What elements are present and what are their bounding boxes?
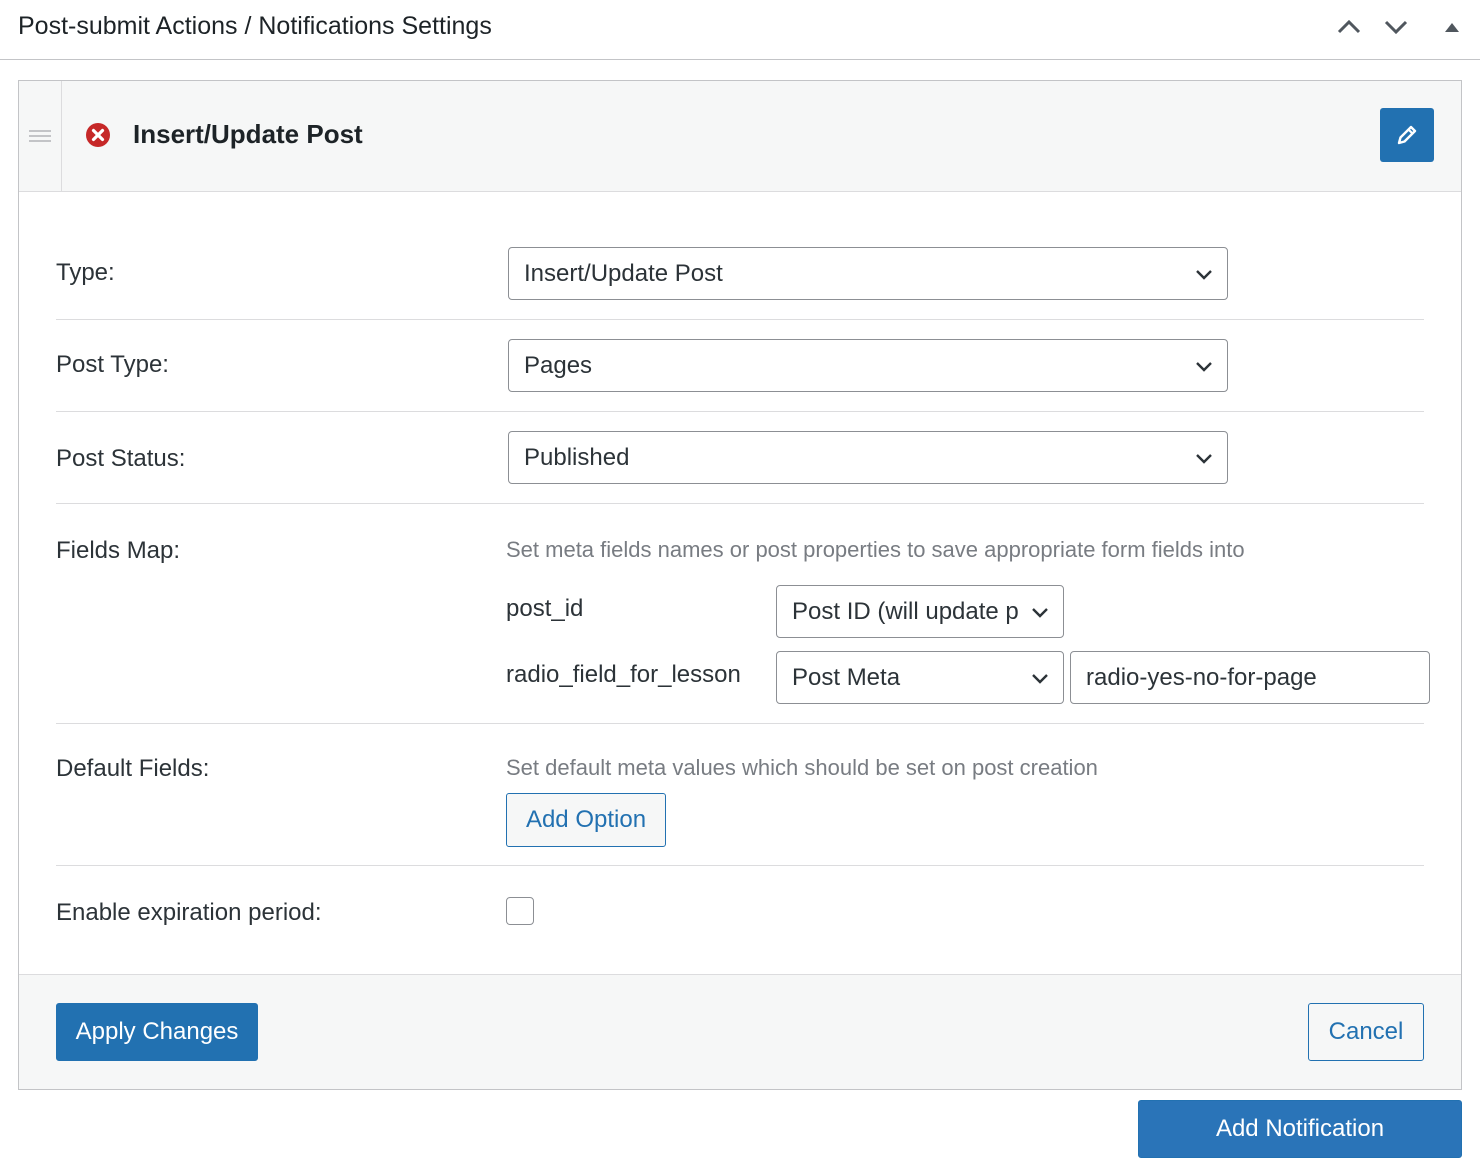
meta-key-input-value: radio-yes-no-for-page (1086, 664, 1317, 691)
expiration-checkbox[interactable] (506, 897, 534, 925)
notification-card-footer: Apply Changes Cancel (19, 974, 1461, 1089)
expiration-label: Enable expiration period: (56, 899, 322, 926)
chevron-down-icon (1196, 454, 1212, 464)
triangle-up-icon (1445, 23, 1459, 32)
cancel-button[interactable]: Cancel (1308, 1003, 1424, 1061)
chevron-down-icon (1384, 20, 1408, 35)
post-status-select-value: Published (524, 444, 630, 471)
toggle-panel-button[interactable] (1437, 10, 1467, 44)
divider (56, 503, 1424, 504)
move-down-button[interactable] (1381, 10, 1411, 44)
postbox-title: Post-submit Actions / Notifications Sett… (18, 12, 492, 40)
default-fields-description: Set default meta values which should be … (506, 755, 1098, 780)
meta-key-input[interactable]: radio-yes-no-for-page (1070, 651, 1430, 704)
edit-notification-button[interactable] (1380, 108, 1434, 162)
map-key-post-id: post_id (506, 595, 584, 622)
postbox-header: Post-submit Actions / Notifications Sett… (0, 0, 1480, 60)
map-key-radio-field: radio_field_for_lesson (506, 661, 741, 688)
map-select-post-id[interactable]: Post ID (will update post) (776, 585, 1064, 638)
chevron-down-icon (1032, 674, 1048, 684)
type-select[interactable]: Insert/Update Post (508, 247, 1228, 300)
divider (56, 411, 1424, 412)
notification-card: Insert/Update Post Type: Insert/Update P… (18, 80, 1462, 1090)
divider (56, 723, 1424, 724)
add-option-button[interactable]: Add Option (506, 793, 666, 847)
cancel-label: Cancel (1328, 1018, 1404, 1045)
drag-handle[interactable] (19, 81, 62, 191)
post-type-select-value: Pages (524, 352, 593, 379)
fields-map-label: Fields Map: (56, 537, 181, 564)
chevron-down-icon (1196, 362, 1212, 372)
drag-handle-icon (29, 130, 51, 142)
notification-title: Insert/Update Post (133, 119, 363, 149)
map-select-radio-field-value: Post Meta (792, 664, 901, 691)
add-notification-button[interactable]: Add Notification (1138, 1100, 1462, 1158)
map-select-post-id-value: Post ID (will update post) (792, 598, 1019, 625)
notification-card-header: Insert/Update Post (19, 81, 1461, 192)
apply-changes-button[interactable]: Apply Changes (56, 1003, 258, 1061)
default-fields-label: Default Fields: (56, 755, 210, 782)
divider (56, 865, 1424, 866)
type-label: Type: (56, 259, 115, 286)
post-status-label: Post Status: (56, 445, 186, 472)
divider (56, 319, 1424, 320)
add-option-label: Add Option (525, 806, 647, 833)
add-notification-label: Add Notification (1215, 1115, 1385, 1142)
map-select-radio-field[interactable]: Post Meta (776, 651, 1064, 704)
fields-map-description: Set meta fields names or post properties… (506, 537, 1245, 562)
post-status-select[interactable]: Published (508, 431, 1228, 484)
type-select-value: Insert/Update Post (524, 260, 723, 287)
move-up-button[interactable] (1334, 10, 1364, 44)
apply-changes-label: Apply Changes (75, 1018, 239, 1045)
chevron-up-icon (1337, 19, 1361, 34)
post-type-select[interactable]: Pages (508, 339, 1228, 392)
chevron-down-icon (1032, 608, 1048, 618)
pencil-icon (1397, 125, 1417, 145)
chevron-down-icon (1196, 270, 1212, 280)
post-type-label: Post Type: (56, 351, 169, 378)
circle-x-icon[interactable] (85, 122, 111, 148)
